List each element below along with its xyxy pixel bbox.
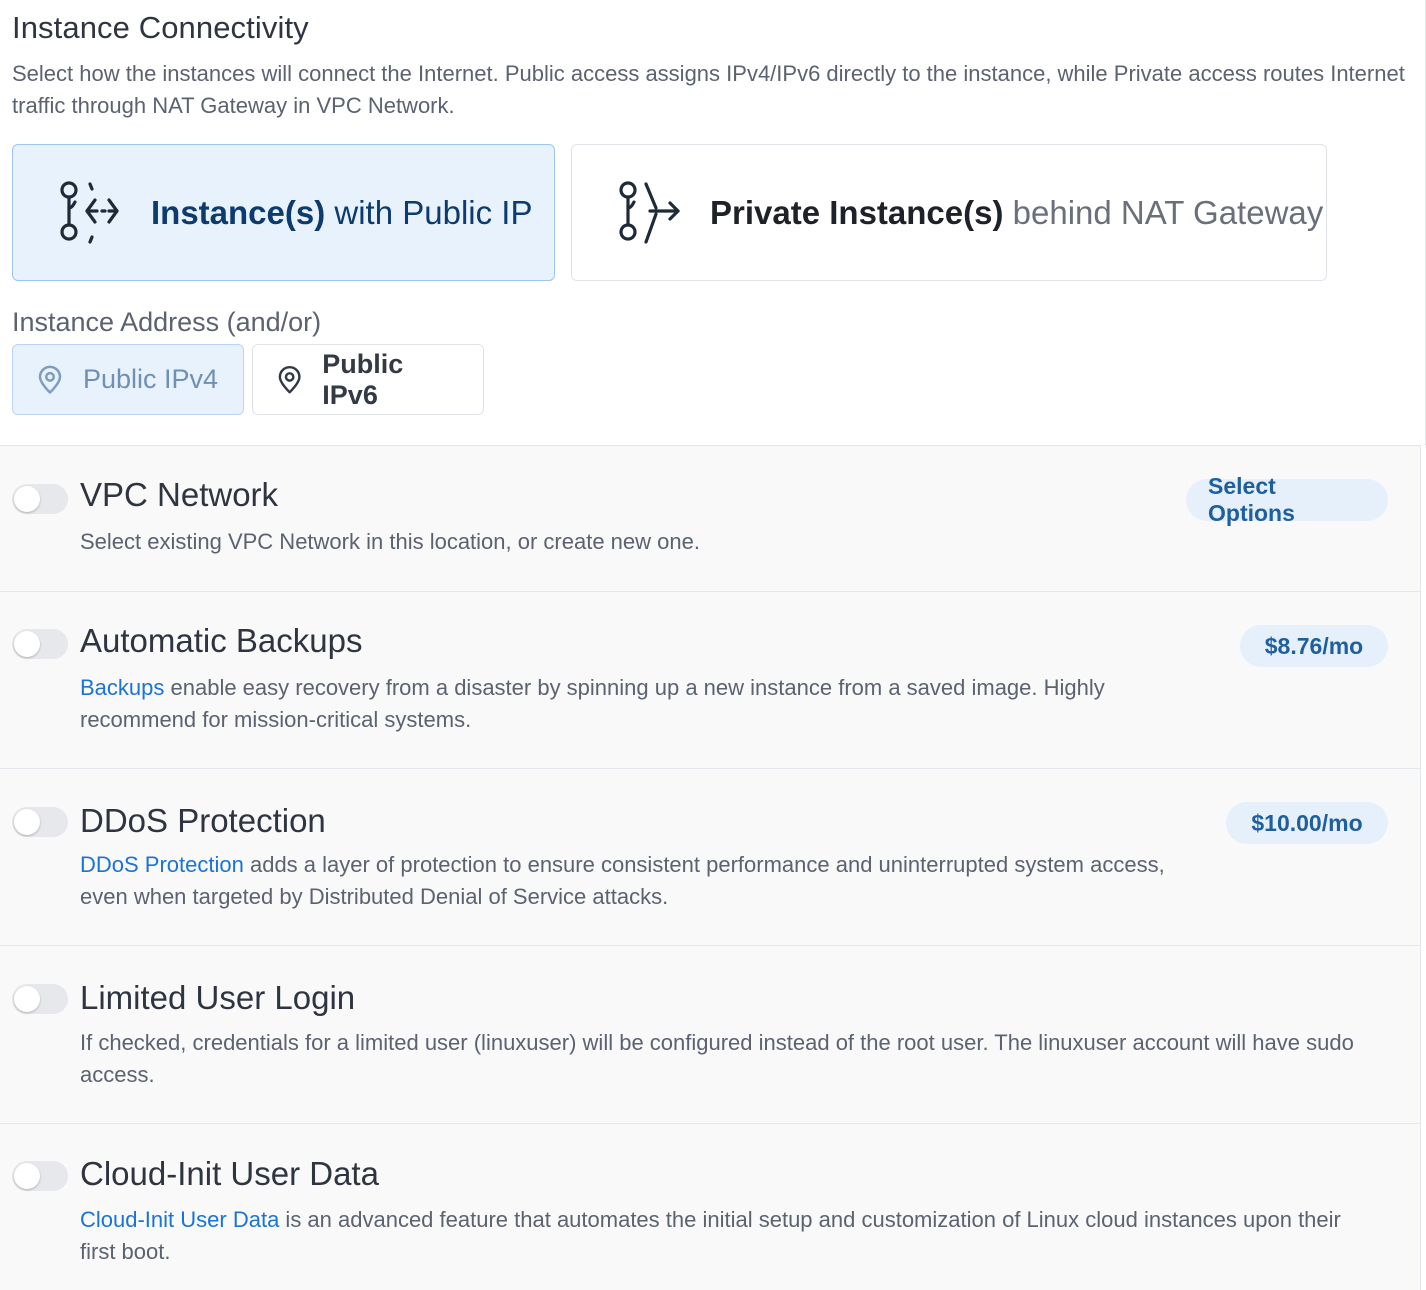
- limited-user-login-title: Limited User Login: [80, 979, 356, 1016]
- instance-address-label: Instance Address (and/or): [12, 307, 322, 337]
- instance-address-options: Public IPv4 Public IPv6: [12, 344, 1413, 415]
- location-pin-icon: [278, 365, 301, 393]
- public-ipv4-label: Public IPv4: [83, 364, 219, 394]
- backups-description-text: enable easy recovery from a disaster by …: [80, 675, 1105, 732]
- public-ipv4-button[interactable]: Public IPv4: [12, 344, 244, 415]
- vpc-network-option: VPC Network Select existing VPC Network …: [0, 445, 1421, 591]
- automatic-backups-title: Automatic Backups: [80, 622, 363, 659]
- public-ip-option-label: Instance(s) with Public IP: [151, 194, 532, 232]
- automatic-backups-description: Backups enable easy recovery from a disa…: [80, 672, 1210, 736]
- vpc-network-description: Select existing VPC Network in this loca…: [80, 529, 700, 554]
- ddos-protection-title: DDoS Protection: [80, 802, 326, 839]
- automatic-backups-toggle[interactable]: [12, 629, 68, 659]
- public-ip-option-card[interactable]: Instance(s) with Public IP: [12, 144, 555, 281]
- public-ipv6-label: Public IPv6: [322, 348, 404, 410]
- backups-price-badge: $8.76/mo: [1240, 625, 1388, 667]
- section-title: Instance Connectivity: [12, 10, 309, 45]
- backups-link[interactable]: Backups: [80, 675, 164, 700]
- cloud-init-option: Cloud-Init User Data Cloud-Init User Dat…: [0, 1123, 1421, 1290]
- connectivity-options: Instance(s) with Public IP Private Insta…: [12, 144, 1413, 281]
- ddos-protection-link[interactable]: DDoS Protection: [80, 852, 244, 877]
- public-ip-rest-text: with Public IP: [325, 193, 533, 231]
- select-options-button[interactable]: Select Options: [1186, 473, 1388, 526]
- cloud-init-link[interactable]: Cloud-Init User Data: [80, 1207, 279, 1232]
- toggle-knob: [14, 631, 40, 657]
- toggle-knob: [14, 1163, 40, 1189]
- ddos-protection-description: DDoS Protection adds a layer of protecti…: [80, 849, 1200, 913]
- automatic-backups-option: Automatic Backups Backups enable easy re…: [0, 591, 1421, 768]
- section-description: Select how the instances will connect th…: [12, 61, 1405, 118]
- limited-user-login-toggle[interactable]: [12, 984, 68, 1014]
- cloud-init-title: Cloud-Init User Data: [80, 1155, 379, 1192]
- public-ip-strong-text: Instance(s): [151, 193, 326, 231]
- nat-gateway-icon: [619, 180, 680, 244]
- toggle-knob: [14, 486, 40, 512]
- limited-user-login-description: If checked, credentials for a limited us…: [80, 1030, 1354, 1087]
- vpc-network-toggle[interactable]: [12, 484, 68, 514]
- page: Instance Connectivity Select how the ins…: [0, 0, 1426, 1290]
- private-nat-option-card[interactable]: Private Instance(s) behind NAT Gateway: [571, 144, 1327, 281]
- private-nat-option-label: Private Instance(s) behind NAT Gateway: [710, 194, 1323, 232]
- private-nat-rest-text: behind NAT Gateway: [1003, 193, 1324, 231]
- vpc-network-title: VPC Network: [80, 476, 279, 513]
- public-ip-network-icon: [60, 180, 119, 244]
- ddos-price-badge: $10.00/mo: [1226, 802, 1388, 844]
- ddos-protection-option: DDoS Protection DDoS Protection adds a l…: [0, 768, 1421, 945]
- ddos-protection-toggle[interactable]: [12, 807, 68, 837]
- instance-connectivity-section: Instance Connectivity Select how the ins…: [0, 0, 1426, 445]
- toggle-knob: [14, 986, 40, 1012]
- location-pin-icon: [38, 365, 62, 394]
- private-nat-strong-text: Private Instance(s): [710, 193, 1004, 231]
- limited-user-login-option: Limited User Login If checked, credentia…: [0, 945, 1421, 1123]
- cloud-init-toggle[interactable]: [12, 1161, 68, 1191]
- public-ipv6-button[interactable]: Public IPv6: [252, 344, 484, 415]
- cloud-init-description: Cloud-Init User Data is an advanced feat…: [80, 1204, 1380, 1268]
- toggle-knob: [14, 809, 40, 835]
